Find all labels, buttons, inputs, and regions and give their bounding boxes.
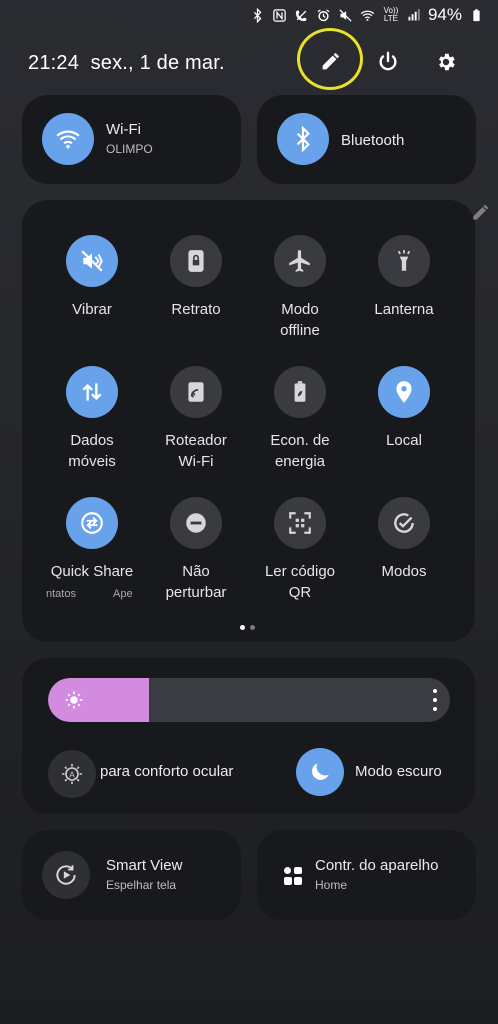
- tile-label: Vibrar: [72, 301, 112, 318]
- signal-icon: [406, 7, 422, 23]
- clock-date: 21:24 sex., 1 de mar.: [28, 52, 225, 75]
- tile-ler-codigo-qr[interactable]: Ler código QR: [248, 497, 352, 603]
- tile-dados-moveis[interactable]: Dados móveis: [40, 366, 144, 472]
- power-icon: [379, 51, 397, 71]
- wifi-icon: [360, 7, 376, 23]
- wifi-label: Wi-Fi: [106, 121, 141, 138]
- tile-roteador-wifi[interactable]: Roteador Wi-Fi: [144, 366, 248, 472]
- tile-label: Retrato: [171, 301, 221, 318]
- tile-modos[interactable]: Modos: [352, 497, 456, 582]
- bluetooth-tile[interactable]: Bluetooth: [257, 95, 476, 184]
- eye-comfort-toggle[interactable]: A: [48, 750, 96, 798]
- wifi-icon: [56, 130, 80, 149]
- quick-share-icon: [66, 497, 118, 549]
- wifi-network: OLIMPO: [106, 142, 153, 156]
- tile-label: Modo: [281, 301, 319, 318]
- smart-view-label: Smart View: [106, 857, 183, 874]
- svg-text:A: A: [69, 771, 75, 780]
- qr-code-icon: [274, 497, 326, 549]
- eye-comfort-label: para conforto ocular: [100, 763, 234, 780]
- status-bar: Vo)) LTE 94%: [250, 4, 484, 26]
- device-control-tile[interactable]: Contr. do aparelho Home: [257, 830, 476, 920]
- tile-nao-perturbar[interactable]: Não perturbar: [144, 497, 248, 603]
- volte-icon: Vo)) LTE: [383, 6, 399, 23]
- bluetooth-icon: [296, 126, 310, 152]
- page-indicator: [240, 625, 255, 630]
- wifi-toggle[interactable]: [42, 113, 94, 165]
- vibrate-icon: [66, 235, 118, 287]
- portrait-lock-icon: [170, 235, 222, 287]
- power-button[interactable]: [370, 44, 406, 80]
- tile-label: perturbar: [165, 584, 227, 601]
- smart-view-tile[interactable]: Smart View Espelhar tela: [22, 830, 241, 920]
- tile-econ-energia[interactable]: Econ. de energia: [248, 366, 352, 472]
- time: 21:24: [28, 52, 80, 74]
- tile-modo-offline[interactable]: Modo offline: [248, 235, 352, 341]
- dark-mode-label: Modo escuro: [355, 763, 442, 780]
- tile-label: Roteador: [165, 432, 227, 449]
- alarm-icon: [316, 7, 332, 23]
- tile-retrato[interactable]: Retrato: [144, 235, 248, 320]
- page-dot-2: [250, 625, 255, 630]
- eye-comfort-icon: A: [62, 764, 82, 784]
- smart-view-sub: Espelhar tela: [106, 878, 177, 892]
- device-control-icon: [281, 864, 305, 893]
- hotspot-icon: [170, 366, 222, 418]
- grid-edit-button[interactable]: [470, 203, 490, 228]
- tile-label: offline: [280, 322, 320, 339]
- mobile-data-icon: [66, 366, 118, 418]
- settings-button[interactable]: [428, 44, 464, 80]
- tile-label: Dados: [70, 432, 114, 449]
- dark-mode-toggle[interactable]: [296, 748, 344, 796]
- power-saving-icon: [274, 366, 326, 418]
- tile-label: Wi-Fi: [178, 453, 214, 470]
- tile-label: Modos: [381, 563, 427, 580]
- tile-label: Ler código: [264, 563, 336, 580]
- airplane-icon: [274, 235, 326, 287]
- brightness-slider[interactable]: [48, 678, 450, 722]
- tile-label: Econ. de: [270, 432, 330, 449]
- brightness-sun-icon: [64, 690, 84, 715]
- tile-label: móveis: [68, 453, 116, 470]
- bluetooth-icon: [250, 7, 266, 23]
- flashlight-icon: [378, 235, 430, 287]
- tile-label: energia: [274, 453, 326, 470]
- mute-icon: [338, 7, 354, 23]
- modes-icon: [378, 497, 430, 549]
- edit-icon: [322, 52, 340, 70]
- moon-icon: [312, 763, 329, 780]
- no-call-icon: [294, 7, 310, 23]
- battery-percent: 94%: [427, 5, 462, 24]
- tile-label: QR: [288, 584, 312, 601]
- wifi-tile[interactable]: Wi-Fi OLIMPO: [22, 95, 241, 184]
- bluetooth-toggle[interactable]: [277, 113, 329, 165]
- page-dot-1: [240, 625, 245, 630]
- quick-share-sub-b: Ape: [113, 588, 133, 600]
- tile-lanterna[interactable]: Lanterna: [352, 235, 456, 320]
- edit-button[interactable]: [312, 44, 348, 80]
- location-icon: [378, 366, 430, 418]
- edit-icon: [473, 204, 489, 220]
- brightness-more-icon[interactable]: [432, 689, 438, 711]
- bluetooth-label: Bluetooth: [341, 132, 405, 149]
- date: sex., 1 de mar.: [90, 52, 225, 74]
- device-control-sub: Home: [315, 878, 348, 892]
- tile-quick-share[interactable]: Quick Share: [40, 497, 144, 582]
- smart-view-icon: [42, 851, 90, 899]
- tile-label: Não: [182, 563, 210, 580]
- tile-vibrar[interactable]: Vibrar: [40, 235, 144, 320]
- battery-icon: [468, 7, 484, 23]
- quick-share-sub-a: ntatos: [46, 588, 76, 600]
- tile-label: Local: [386, 432, 422, 449]
- nfc-icon: [272, 7, 288, 23]
- tile-local[interactable]: Local: [352, 366, 456, 451]
- do-not-disturb-icon: [170, 497, 222, 549]
- settings-icon: [439, 53, 455, 71]
- tile-label: Lanterna: [374, 301, 434, 318]
- device-control-label: Contr. do aparelho: [315, 857, 439, 874]
- tile-label: Quick Share: [50, 563, 134, 580]
